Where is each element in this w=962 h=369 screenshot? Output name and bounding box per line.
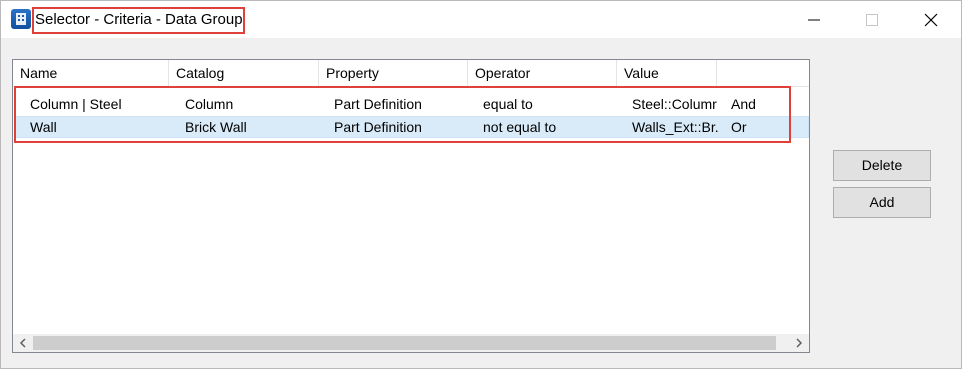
maximize-icon [866, 13, 878, 26]
cell-logic: Or [731, 119, 747, 135]
cell-name: Wall [30, 119, 57, 135]
minimize-button[interactable] [791, 1, 837, 38]
dialog-window: Selector - Criteria - Data Group Name Ca… [0, 0, 962, 369]
column-header-value[interactable]: Value [617, 60, 717, 86]
cell-catalog: Brick Wall [185, 119, 247, 135]
window-title: Selector - Criteria - Data Group [35, 11, 243, 28]
cell-catalog: Column [185, 96, 234, 112]
maximize-button[interactable] [849, 1, 895, 38]
scroll-right-button[interactable] [790, 334, 807, 352]
horizontal-scrollbar[interactable] [13, 334, 809, 352]
add-button[interactable]: Add [833, 187, 931, 218]
cell-name: Column | Steel [30, 96, 122, 112]
title-bar[interactable]: Selector - Criteria - Data Group [1, 1, 961, 38]
column-header-operator[interactable]: Operator [468, 60, 617, 86]
criteria-list[interactable]: Name Catalog Property Operator Value Col… [12, 59, 810, 353]
delete-button[interactable]: Delete [833, 150, 931, 181]
table-row[interactable]: Column | Steel Column Part Definition eq… [15, 93, 809, 115]
app-icon [11, 9, 31, 29]
cell-logic: And [731, 96, 756, 112]
cell-operator: equal to [483, 96, 533, 112]
column-header-name[interactable]: Name [13, 60, 169, 86]
cell-value: Walls_Ext::Br. [632, 119, 718, 135]
column-header-logic[interactable] [717, 60, 809, 86]
column-header-catalog[interactable]: Catalog [169, 60, 319, 86]
close-button[interactable] [908, 1, 954, 38]
cell-property: Part Definition [334, 119, 422, 135]
chevron-left-icon [19, 338, 26, 348]
scroll-left-button[interactable] [14, 334, 31, 352]
table-row-selected[interactable]: Wall Brick Wall Part Definition not equa… [15, 116, 809, 138]
cell-operator: not equal to [483, 119, 557, 135]
cell-value: Steel::Columr [632, 96, 717, 112]
close-icon [924, 13, 938, 26]
minimize-icon [808, 19, 820, 20]
column-header-property[interactable]: Property [319, 60, 468, 86]
scrollbar-thumb[interactable] [33, 336, 776, 350]
list-header: Name Catalog Property Operator Value [13, 60, 809, 87]
cell-property: Part Definition [334, 96, 422, 112]
chevron-right-icon [795, 338, 802, 348]
